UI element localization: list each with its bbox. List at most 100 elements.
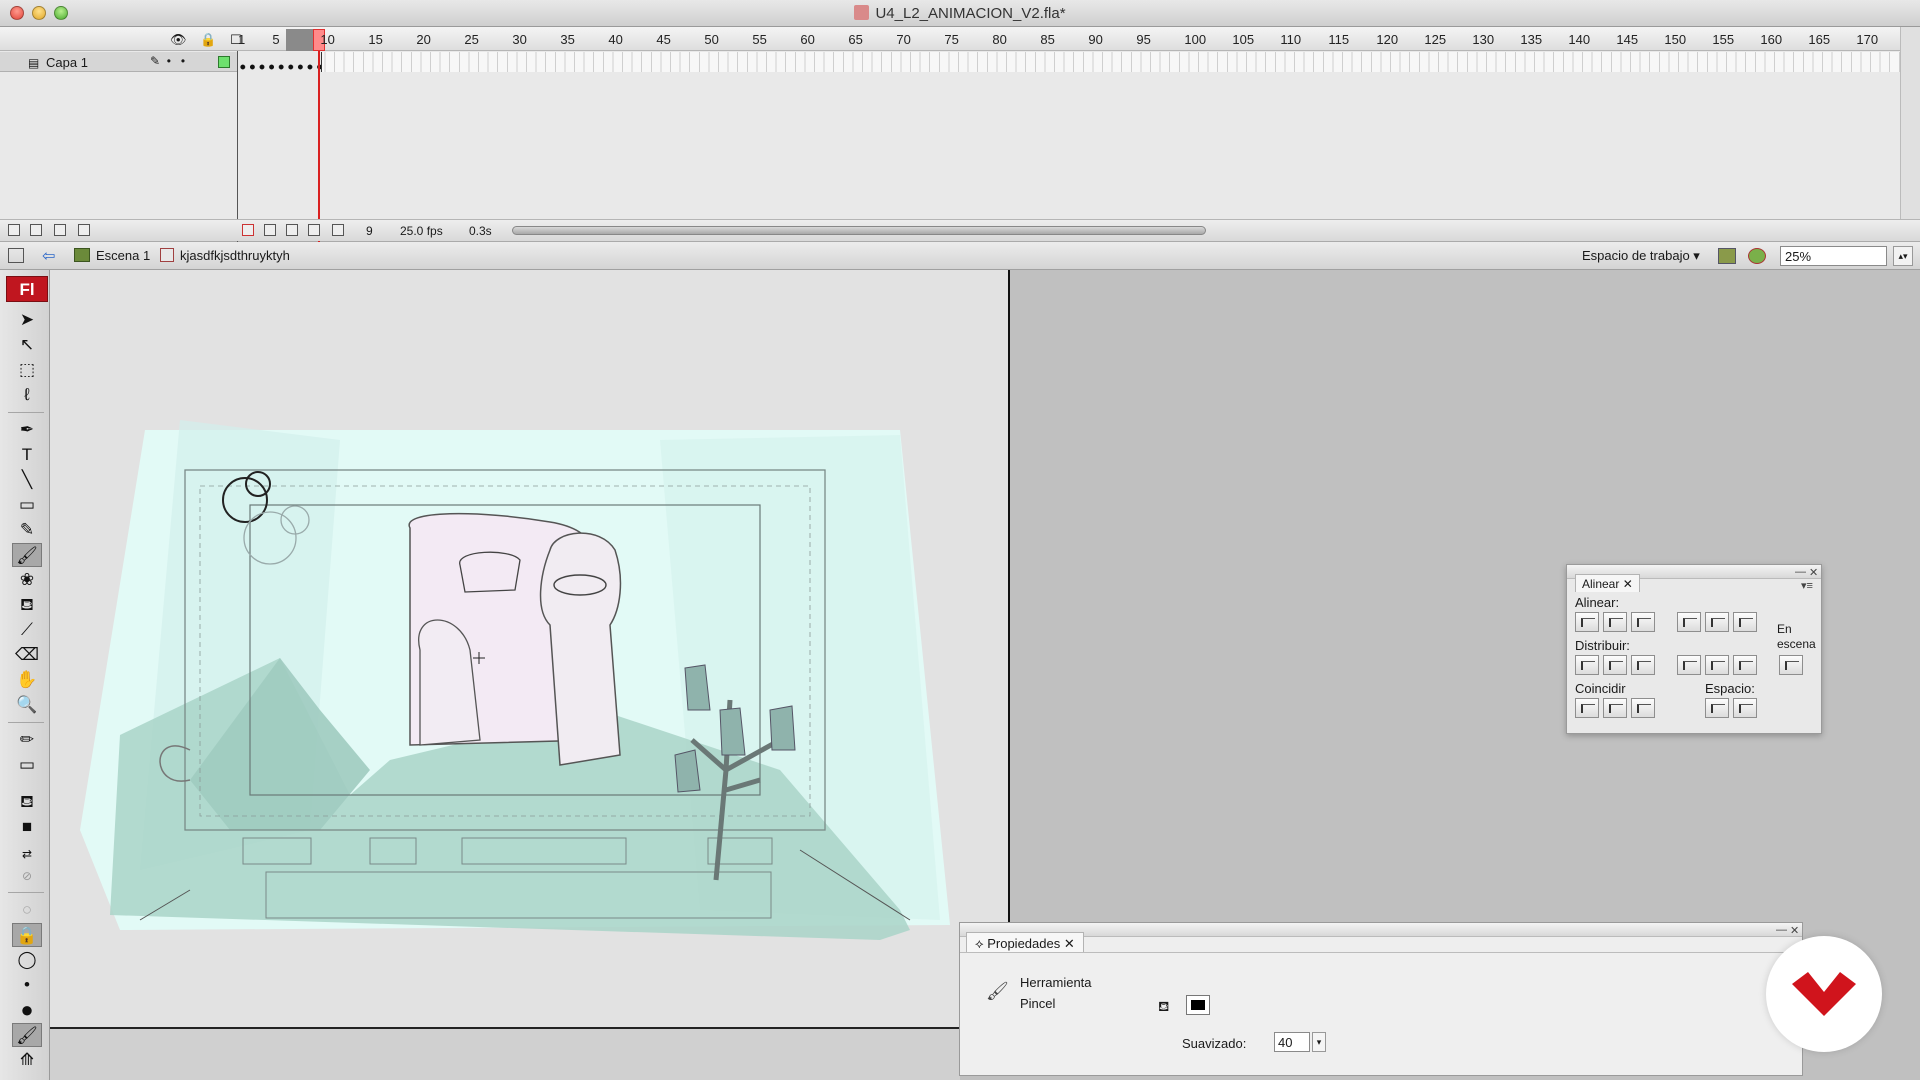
rectangle-tool-icon[interactable]: ▭ [12, 493, 42, 517]
brush-shape-icon[interactable]: ● [12, 998, 42, 1022]
no-color-icon[interactable]: ⊘ [12, 864, 42, 888]
properties-panel-header[interactable]: — ✕ [960, 923, 1802, 937]
timeline-ruler[interactable]: 👁 🔒 ☐ 1 5 10 15 20 25 30 35 40 45 50 55 60 65 70 75 80 85… [0, 27, 1900, 51]
distribute-center-h-button[interactable] [1705, 655, 1729, 675]
pressure-icon[interactable]: 🖌 [12, 1023, 42, 1047]
pencil-icon[interactable]: ✎ • • [150, 54, 185, 68]
brush-size-icon[interactable]: • [12, 973, 42, 997]
document-title-text: U4_L2_ANIMACION_V2.fla* [875, 5, 1066, 22]
tab-alinear[interactable]: Alinear ✕ [1575, 574, 1640, 592]
trash-icon[interactable] [78, 224, 90, 236]
fill-color-swatch[interactable]: ■ [12, 815, 42, 839]
close-tab-icon[interactable]: ✕ [1064, 936, 1075, 951]
center-frame-icon[interactable] [242, 224, 254, 236]
frame-tick-label: 170 [1856, 32, 1879, 47]
brush-tool-icon[interactable]: 🖌 [12, 543, 42, 567]
frame-rate-readout[interactable]: 25.0 fps [400, 224, 443, 238]
smoothing-dropdown-arrow-icon[interactable]: ▾ [1312, 1032, 1326, 1052]
new-layer-icon[interactable] [8, 224, 20, 236]
onion-skin-outlines-icon[interactable] [286, 224, 298, 236]
deco-tool-icon[interactable]: ❀ [12, 568, 42, 592]
match-width-button[interactable] [1575, 698, 1599, 718]
frame-tick-label: 15 [368, 32, 383, 47]
distribute-right-button[interactable] [1733, 655, 1757, 675]
frame-tick-label: 35 [560, 32, 575, 47]
align-label: Alinear: [1575, 595, 1620, 610]
back-arrow-icon[interactable]: ⇦ [42, 246, 55, 266]
object-drawing-icon[interactable]: ○ [12, 898, 42, 922]
panel-menu-icon[interactable]: ▾≡ [1801, 579, 1813, 592]
collapse-icon[interactable]: — [1776, 924, 1787, 936]
close-panel-icon[interactable]: ✕ [1809, 566, 1818, 579]
lock-fill-icon[interactable]: 🔒 [12, 923, 42, 947]
zoom-tool-icon[interactable]: 🔍 [12, 693, 42, 717]
brush-mode-icon[interactable]: ◯ [12, 948, 42, 972]
align-right-button[interactable] [1631, 612, 1655, 632]
match-width-height-button[interactable] [1631, 698, 1655, 718]
pencil-tool-icon[interactable]: ✎ [12, 518, 42, 542]
line-tool-icon[interactable]: ╲ [12, 468, 42, 492]
fill-color-swatch[interactable] [1186, 995, 1210, 1015]
onion-skin-icon[interactable] [264, 224, 276, 236]
eyedropper-tool-icon[interactable]: ⟋ [12, 618, 42, 642]
align-left-button[interactable] [1575, 612, 1599, 632]
close-tab-icon[interactable]: ✕ [1623, 577, 1633, 591]
hand-tool-icon[interactable]: ✋ [12, 668, 42, 692]
distribute-left-button[interactable] [1677, 655, 1701, 675]
breadcrumb-symbol[interactable]: kjasdfkjsdthruyktyh [180, 248, 290, 263]
stage-artwork[interactable] [80, 410, 960, 950]
eye-icon[interactable]: 👁 [170, 32, 187, 47]
lasso-tool-icon[interactable]: ℓ [12, 383, 42, 407]
frame-cells[interactable] [238, 52, 1900, 72]
selection-tool-icon[interactable]: ➤ [12, 308, 42, 332]
pen-tool-icon[interactable]: ✒ [12, 418, 42, 442]
edit-symbols-icon[interactable] [1748, 248, 1766, 264]
zoom-level-field[interactable]: 25% [1780, 246, 1887, 266]
layer-row-capa-1[interactable]: ▤ Capa 1 ✎ • • [0, 52, 1900, 72]
distribute-bottom-button[interactable] [1631, 655, 1655, 675]
fill-bucket-icon[interactable]: ⛾ [12, 790, 42, 814]
eraser-tool-icon[interactable]: ⌫ [12, 643, 42, 667]
stage-horizontal-scroll-area[interactable] [50, 1029, 960, 1080]
timeline-horizontal-scrollbar[interactable] [512, 226, 1206, 235]
timeline-vertical-scrollbar[interactable] [1900, 27, 1920, 219]
space-vertical-button[interactable] [1705, 698, 1729, 718]
new-folder-icon[interactable] [54, 224, 66, 236]
layer-outline-color-swatch[interactable] [218, 56, 230, 68]
new-guide-layer-icon[interactable] [30, 224, 42, 236]
workspace-menu[interactable]: Espacio de trabajo ▾ [1582, 248, 1700, 264]
align-bottom-button[interactable] [1733, 612, 1757, 632]
align-center-h-button[interactable] [1603, 612, 1627, 632]
smoothing-input[interactable]: 40 [1274, 1032, 1310, 1052]
align-center-v-button[interactable] [1705, 612, 1729, 632]
space-horizontal-button[interactable] [1733, 698, 1757, 718]
distribute-top-button[interactable] [1575, 655, 1599, 675]
text-tool-icon[interactable]: T [12, 443, 42, 467]
tilt-icon[interactable]: ⟰ [12, 1048, 42, 1072]
match-height-button[interactable] [1603, 698, 1627, 718]
breadcrumb-scene[interactable]: Escena 1 [96, 248, 150, 263]
frame-tick-label: 90 [1088, 32, 1103, 47]
paint-bucket-tool-icon[interactable]: ⛾ [12, 593, 42, 617]
collapse-icon[interactable]: — [1795, 566, 1806, 578]
distribute-center-v-button[interactable] [1603, 655, 1627, 675]
keyframes-strip[interactable] [238, 52, 322, 72]
stroke-color-swatch[interactable]: ▭ [12, 753, 42, 777]
edit-multiple-frames-icon[interactable] [308, 224, 320, 236]
timeline-toggle-icon[interactable] [8, 248, 24, 263]
align-top-button[interactable] [1677, 612, 1701, 632]
to-stage-toggle-button[interactable] [1779, 655, 1803, 675]
frame-tick-label: 1 [238, 32, 246, 47]
free-transform-tool-icon[interactable]: ⬚ [12, 358, 42, 382]
stroke-color-icon[interactable]: ✏ [12, 728, 42, 752]
subselection-tool-icon[interactable]: ↖ [12, 333, 42, 357]
zoom-dropdown-arrow-icon[interactable]: ▴▾ [1893, 246, 1913, 266]
frame-tick-label: 145 [1616, 32, 1639, 47]
lock-icon[interactable]: 🔒 [200, 32, 216, 47]
modify-onion-markers-icon[interactable] [332, 224, 344, 236]
layer-name[interactable]: Capa 1 [46, 55, 88, 70]
edit-scene-icon[interactable] [1718, 248, 1736, 264]
tab-propiedades[interactable]: ⟡ Propiedades ✕ [966, 932, 1084, 952]
swap-colors-icon[interactable]: ⇄ [12, 842, 42, 866]
properties-body: 🖌 Herramienta Pincel ⛾ Suavizado: 40 ▾ [960, 952, 1802, 1075]
